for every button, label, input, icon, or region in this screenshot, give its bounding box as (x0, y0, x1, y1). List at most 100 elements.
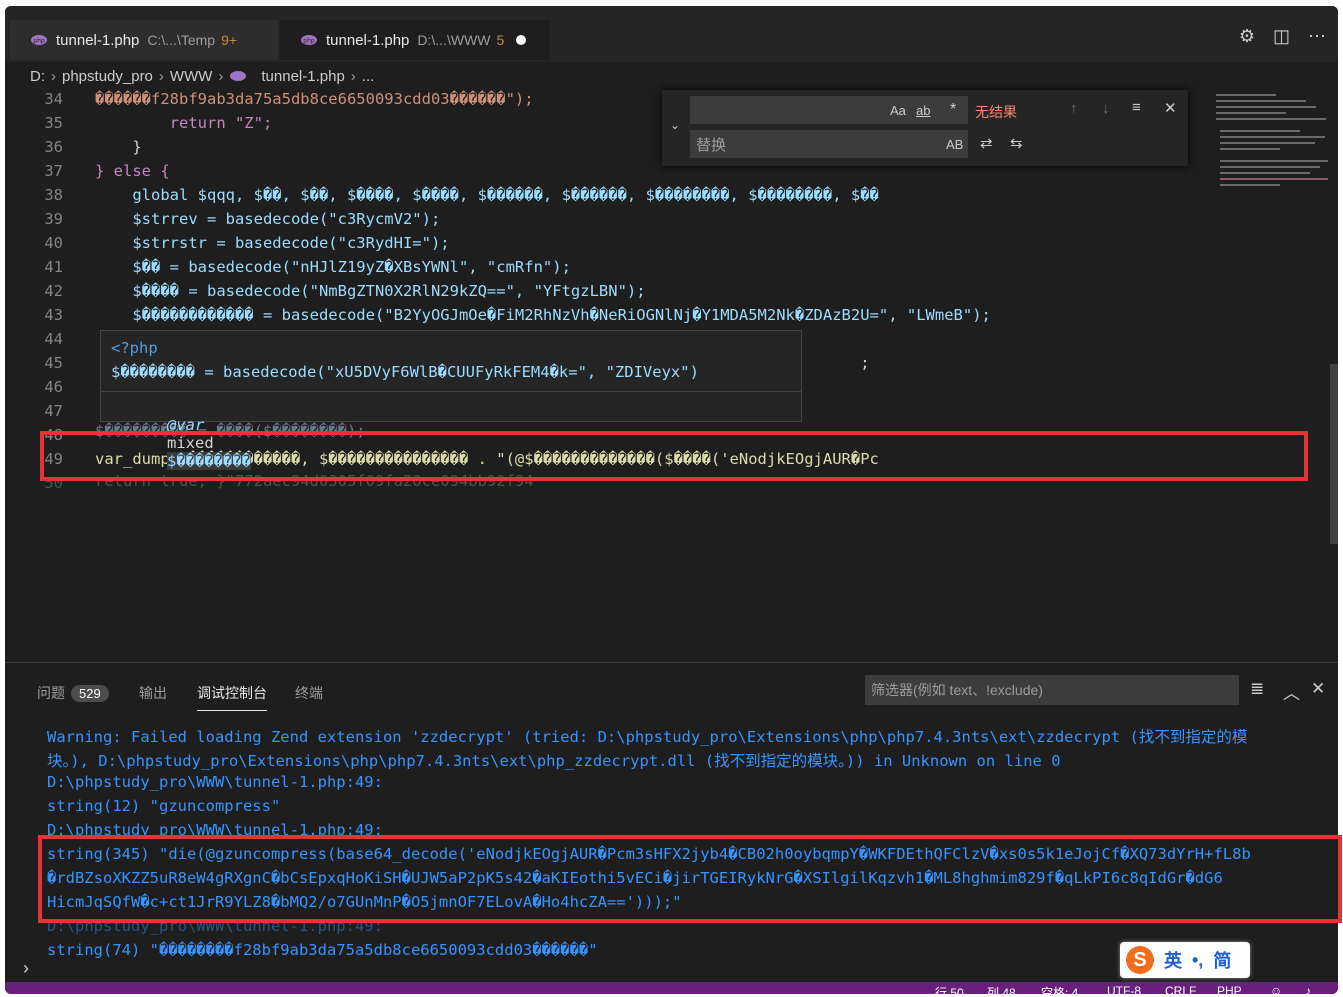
feedback-icon[interactable]: ☺ (1270, 984, 1282, 994)
line-number: 43 (44, 306, 63, 324)
ime-mode[interactable]: 简 (1213, 947, 1231, 973)
line-number: 38 (44, 186, 63, 204)
code-line[interactable]: $strrstr = basedecode("c3RydHI="); (95, 234, 449, 252)
find-result-count: 无结果 (975, 104, 1017, 120)
status-line[interactable]: 行 50 (935, 984, 964, 994)
bell-icon[interactable]: ♪ (1305, 984, 1311, 994)
breadcrumb-item[interactable]: D: (30, 68, 45, 85)
svg-text:php: php (33, 38, 45, 45)
sogou-logo-icon: S (1126, 946, 1154, 974)
hover-tooltip: <?php $�������� = basedecode("xU5DVyF6Wl… (100, 330, 802, 470)
chevron-up-icon[interactable]: ︿ (1283, 679, 1300, 704)
code-line[interactable]: } (95, 138, 141, 156)
more-actions-icon[interactable]: ⋯ (1308, 26, 1326, 47)
regex-icon[interactable]: * (950, 101, 956, 119)
chevron-right-icon: › (158, 67, 164, 85)
replace-input[interactable] (690, 130, 968, 158)
line-number: 36 (44, 138, 63, 156)
console-line: Warning: Failed loading Zend extension '… (47, 728, 1248, 746)
status-indent[interactable]: 空格: 4 (1041, 984, 1078, 994)
find-in-selection-icon[interactable]: ≡ (1132, 99, 1141, 116)
line-number: 40 (44, 234, 63, 252)
code-line[interactable]: $���� = basedecode("NmBgZTN0X2RlN29kZQ==… (95, 282, 645, 300)
tab-bar: php tunnel-1.php C:\...\Temp 9+ php tunn… (5, 6, 1338, 64)
svg-text:php: php (303, 38, 315, 45)
run-debug-icon[interactable]: ⚙ (1239, 26, 1255, 47)
unsaved-dot-icon[interactable] (516, 35, 527, 45)
chevron-right-icon: › (350, 67, 356, 85)
ime-language[interactable]: 英 (1164, 947, 1182, 973)
split-editor-icon[interactable]: ◫ (1273, 26, 1290, 47)
filter-input[interactable]: 筛选器(例如 text、!exclude) (865, 675, 1239, 705)
replace-all-icon[interactable]: ⇆ (1010, 134, 1023, 152)
match-case-icon[interactable]: Aa (890, 103, 906, 118)
tab-path: C:\...\Temp (147, 32, 216, 48)
code-line[interactable]: return "Z"; (95, 114, 273, 132)
status-encoding[interactable]: UTF-8 (1107, 984, 1141, 994)
console-line: string(12) "gzuncompress" (47, 797, 281, 815)
tab-debug-console[interactable]: 调试控制台 (197, 683, 267, 711)
code-line[interactable]: } else { (95, 162, 170, 180)
tab-terminal[interactable]: 终端 (295, 683, 323, 703)
collapse-all-icon[interactable]: ≣ (1250, 679, 1264, 699)
chevron-down-icon[interactable]: ⌄ (670, 118, 680, 132)
tab-output[interactable]: 输出 (139, 683, 167, 703)
match-word-icon[interactable]: ab (916, 103, 930, 118)
breadcrumb-item[interactable]: phpstudy_pro (62, 68, 153, 85)
vertical-scrollbar[interactable] (1330, 364, 1338, 544)
close-panel-icon[interactable]: ✕ (1311, 679, 1325, 699)
line-number: 39 (44, 210, 63, 228)
replace-placeholder: 替换 (696, 137, 727, 154)
close-icon[interactable]: ✕ (1164, 99, 1177, 117)
ime-toolbar[interactable]: S 英 •, 简 (1120, 942, 1250, 978)
problems-count-badge: 529 (71, 685, 109, 702)
code-line[interactable]: $�� = basedecode("nHJlZ19yZ�XBsYWNl", "c… (95, 258, 571, 276)
find-widget: ⌄ Aa ab * 无结果 ↑ ↓ ≡ ✕ 替换 AB ⇄ ⇆ (662, 90, 1188, 166)
line-number: 35 (44, 114, 63, 132)
chevron-right-icon: › (23, 958, 29, 978)
breadcrumb-item[interactable]: tunnel-1.php (261, 68, 344, 85)
tab-path: D:\...\WWW (417, 32, 491, 48)
code-line[interactable]: $strrev = basedecode("c3RycmV2"); (95, 210, 440, 228)
line-number: 44 (44, 330, 63, 348)
code-line[interactable]: $������������ = basedecode("B2YyOGJmOe�F… (95, 306, 991, 324)
status-language[interactable]: PHP (1217, 984, 1242, 994)
line-number: 34 (44, 90, 63, 108)
status-eol[interactable]: CRLF (1165, 984, 1196, 994)
line-number: 37 (44, 162, 63, 180)
breadcrumb-item[interactable]: WWW (170, 68, 212, 85)
php-file-icon (230, 71, 247, 81)
ime-punctuation[interactable]: •, (1192, 950, 1203, 971)
code-line[interactable]: ������f28bf9ab3da75a5db8ce6650093cdd03��… (95, 90, 534, 108)
console-line: D:\phpstudy_pro\WWW\tunnel-1.php:49: (47, 773, 383, 791)
chevron-right-icon: › (218, 67, 224, 85)
console-line: 块。), D:\phpstudy_pro\Extensions\php\php7… (47, 752, 1061, 770)
php-file-icon: php (31, 35, 47, 45)
tab-problems[interactable]: 问题 529 (37, 683, 109, 703)
highlight-box-code (40, 431, 1308, 481)
breadcrumb-item[interactable]: ... (362, 68, 375, 85)
tab-title: tunnel-1.php (326, 31, 410, 49)
line-number: 41 (44, 258, 63, 276)
status-column[interactable]: 列 48 (987, 984, 1016, 994)
tab-problem-badge: 5 (496, 32, 505, 48)
arrow-down-icon[interactable]: ↓ (1102, 100, 1110, 117)
replace-icon[interactable]: ⇄ (980, 134, 993, 152)
chevron-right-icon: › (51, 67, 56, 85)
hover-header: <?php (111, 339, 158, 357)
console-line: string(74) "��������f28bf9ab3da75a5db8ce… (47, 941, 598, 959)
arrow-up-icon[interactable]: ↑ (1070, 100, 1078, 117)
preserve-case-icon[interactable]: AB (946, 137, 963, 152)
hover-declaration: $�������� = basedecode("xU5DVyF6WlB�CUUF… (111, 363, 699, 381)
line-number: 46 (44, 378, 63, 396)
tab-tunnel-www[interactable]: php tunnel-1.php D:\...\WWW 5 (280, 20, 550, 60)
breadcrumb: D: › phpstudy_pro › WWW › tunnel-1.php › ... (5, 62, 1338, 90)
php-file-icon: php (301, 35, 317, 45)
tab-tunnel-temp[interactable]: php tunnel-1.php C:\...\Temp 9+ (10, 20, 278, 60)
tab-problem-badge: 9+ (221, 32, 238, 48)
status-bar: 行 50 列 48 空格: 4 UTF-8 CRLF PHP ☺ ♪ (5, 982, 1338, 994)
tab-title: tunnel-1.php (56, 31, 140, 49)
code-line[interactable]: global $qqq, $��, $��, $����, $����, $��… (95, 186, 879, 204)
highlight-box-output (38, 835, 1342, 923)
minimap[interactable] (1208, 90, 1330, 210)
